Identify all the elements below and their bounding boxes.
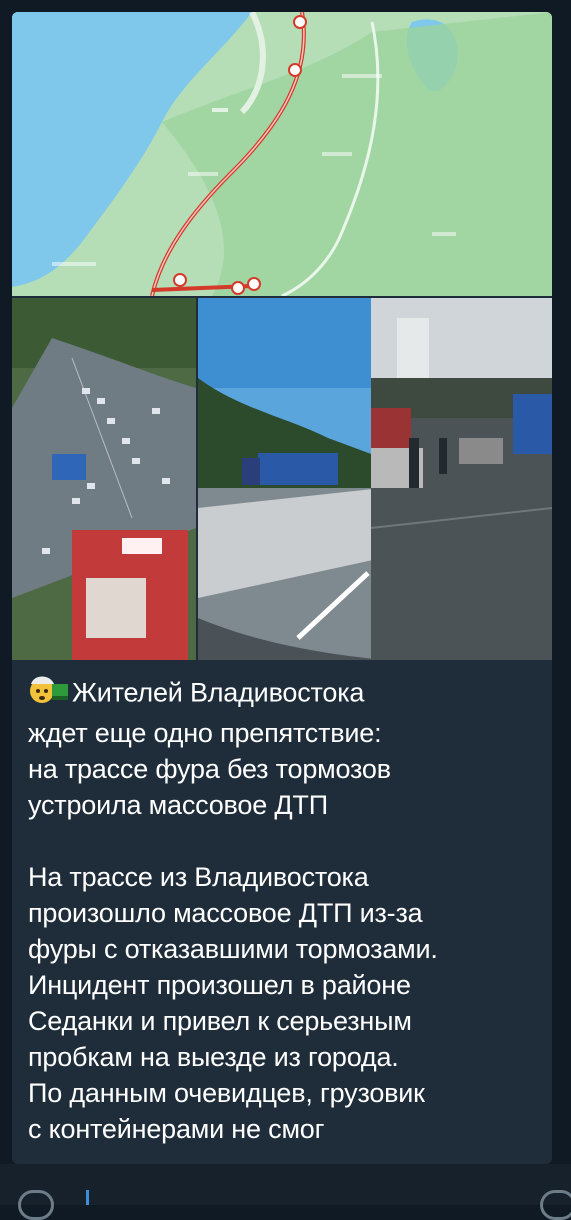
body-line-3: фуры с отказавшими тормозами. <box>28 934 438 964</box>
body-line-1: На трассе из Владивостока <box>28 862 369 892</box>
truck-on-road-photo[interactable] <box>198 298 382 660</box>
traffic-map-image[interactable] <box>12 12 552 296</box>
attach-icon[interactable] <box>540 1190 571 1220</box>
body-line-8: с контейнерами не смог <box>28 1114 325 1144</box>
exploding-head-emoji-icon <box>28 674 68 715</box>
body-line-6: пробкам на выезде из города. <box>28 1042 399 1072</box>
accident-scene-photo[interactable] <box>371 298 552 660</box>
headline-line-1: Жителей Владивостока <box>72 677 365 708</box>
emoji-sticker-icon[interactable] <box>18 1190 54 1220</box>
headline-line-4: устроила массовое ДТП <box>28 790 328 820</box>
headline-line-2: ждет еще одно препятствие: <box>28 718 382 748</box>
headline-line: Жителей Владивостока <box>28 674 548 715</box>
post-caption: Жителей Владивостока ждет еще одно препя… <box>28 674 548 1147</box>
text-cursor[interactable] <box>86 1190 89 1205</box>
body-line-2: произошло массовое ДТП из-за <box>28 898 423 928</box>
message-bubble: Жителей Владивостока ждет еще одно препя… <box>12 12 552 1164</box>
highway-traffic-photo[interactable] <box>12 298 196 660</box>
body-line-4: Инцидент произошел в районе <box>28 970 411 1000</box>
headline-line-3: на трассе фура без тормозов <box>28 754 391 784</box>
body-line-5: Седанки и привел к серьезным <box>28 1006 412 1036</box>
body-line-7: По данным очевидцев, грузовик <box>28 1078 425 1108</box>
